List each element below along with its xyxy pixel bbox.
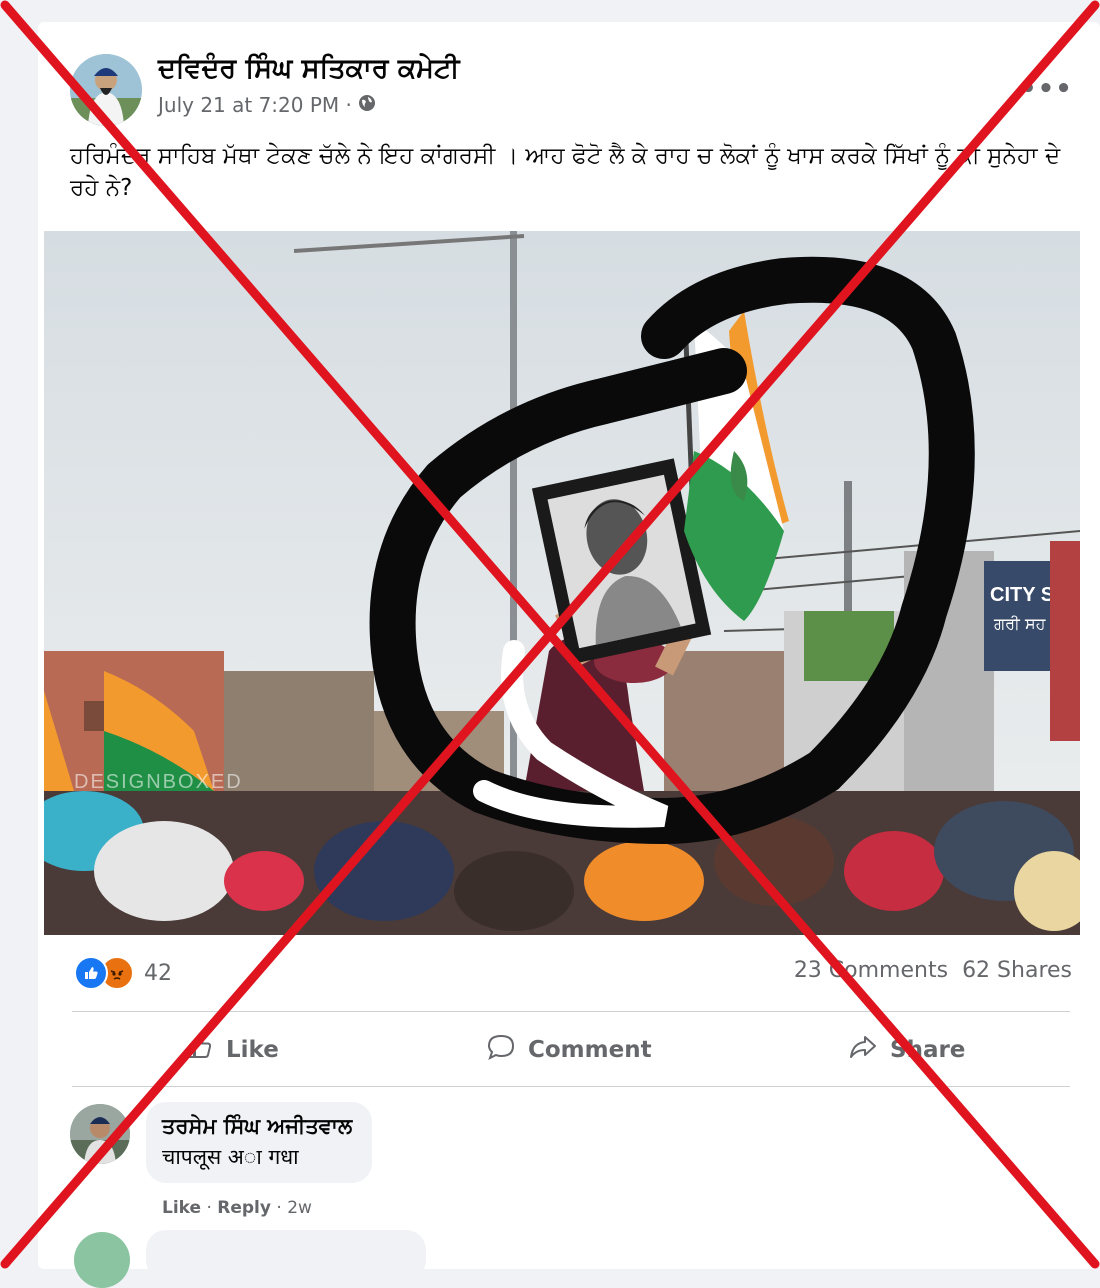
shares-count[interactable]: 62 Shares bbox=[962, 958, 1072, 983]
engagement-counts: 23 Comments 62 Shares bbox=[794, 958, 1072, 983]
divider bbox=[72, 1086, 1070, 1087]
post-photo[interactable]: CITY SCA ਗਰੀ ਸਹ DESIGNBOXED bbox=[44, 231, 1080, 935]
post-meta: July 21 at 7:20 PM · bbox=[158, 93, 376, 117]
like-label: Like bbox=[226, 1037, 279, 1063]
post-text: ਹਰਿਮੰਦਰ ਸਾਹਿਬ ਮੱਥਾ ਟੇਕਣ ਚੱਲੇ ਨੇ ਇਹ ਕਾਂਗਰ… bbox=[70, 143, 1061, 201]
reaction-summary[interactable]: 42 bbox=[74, 956, 172, 990]
like-reaction-icon bbox=[74, 956, 108, 990]
like-button[interactable]: Like bbox=[186, 1028, 279, 1072]
post-timestamp[interactable]: July 21 at 7:20 PM · bbox=[158, 93, 352, 117]
comment-author[interactable]: ਤਰਸੇਮ ਸਿੰਘ ਅਜੀਤਵਾਲ bbox=[162, 1114, 352, 1139]
comments-count[interactable]: 23 Comments bbox=[794, 958, 948, 983]
comment-like-link[interactable]: Like bbox=[162, 1198, 201, 1218]
globe-icon bbox=[358, 93, 376, 117]
photo-watermark: DESIGNBOXED bbox=[74, 771, 243, 793]
divider bbox=[72, 1011, 1070, 1012]
commenter-avatar[interactable] bbox=[70, 1104, 130, 1164]
reaction-count: 42 bbox=[144, 960, 172, 986]
banner-text-2: ਗਰੀ ਸਹ bbox=[993, 614, 1047, 633]
page-avatar[interactable] bbox=[70, 54, 142, 126]
next-comment-bubble bbox=[146, 1230, 426, 1280]
comment-reply-link[interactable]: Reply bbox=[217, 1198, 271, 1218]
comment-text: चापलूस अ◌ा गधा bbox=[162, 1145, 299, 1169]
comment-actions: Like · Reply · 2w bbox=[162, 1198, 312, 1218]
page-name[interactable]: ਦਵਿਦੰਰ ਸਿੰਘ ਸਤਿਕਾਰ ਕਮੇਟੀ bbox=[158, 53, 460, 85]
more-options-button[interactable]: ••• bbox=[1020, 74, 1073, 104]
thumbs-up-icon bbox=[186, 1033, 214, 1067]
comment-icon bbox=[486, 1032, 516, 1068]
comment-bubble: ਤਰਸੇਮ ਸਿੰਘ ਅਜੀਤਵਾਲ चापलूस अ◌ा गधा bbox=[146, 1102, 373, 1183]
comment-age[interactable]: 2w bbox=[287, 1198, 312, 1218]
comment-button[interactable]: Comment bbox=[486, 1028, 652, 1072]
share-icon bbox=[848, 1032, 878, 1068]
share-label: Share bbox=[890, 1037, 966, 1063]
share-button[interactable]: Share bbox=[848, 1028, 965, 1072]
comment-label: Comment bbox=[528, 1037, 652, 1063]
next-commenter-avatar[interactable] bbox=[74, 1232, 130, 1288]
